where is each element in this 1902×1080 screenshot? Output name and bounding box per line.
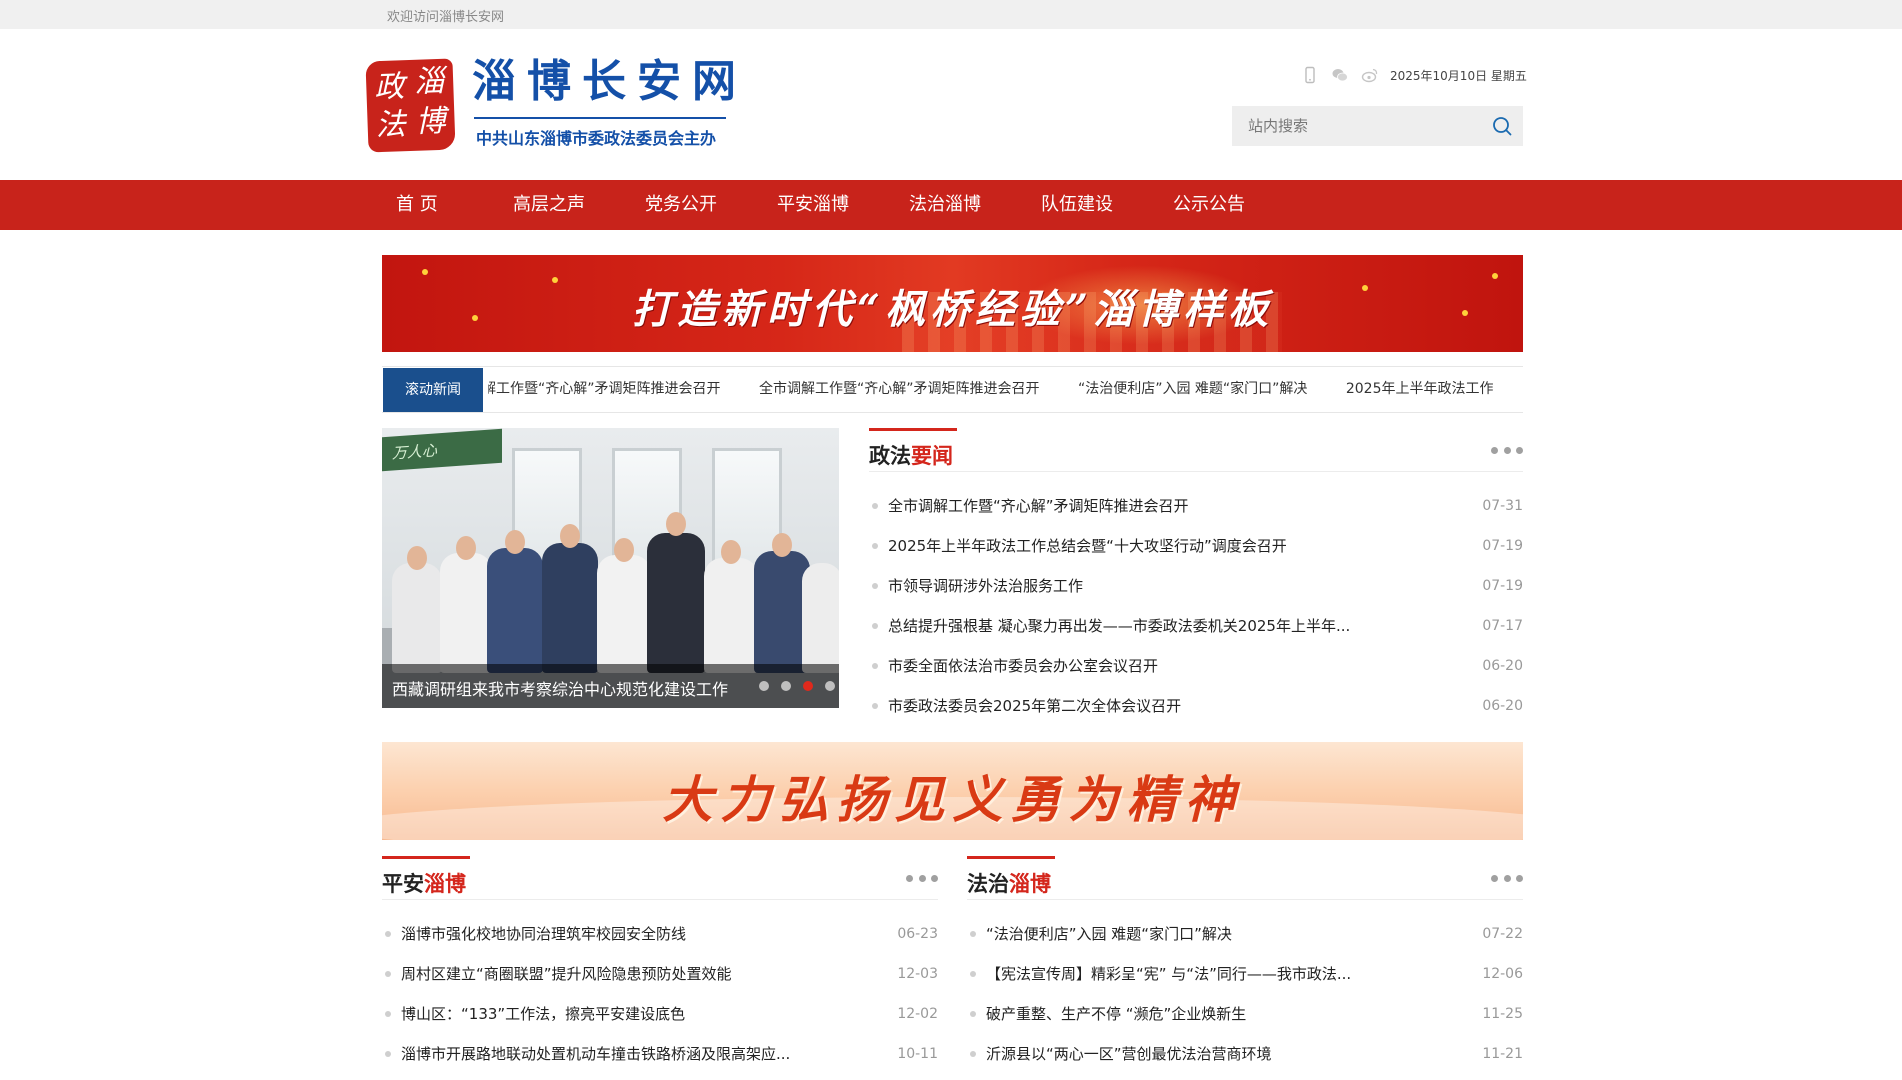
list-item[interactable]: 淄博市开展路地联动处置机动车撞击铁路桥涵及限高架应... 10-11	[382, 1034, 938, 1074]
nav-rule-of-law-zibo[interactable]: 法治淄博	[909, 180, 981, 230]
ticker-item[interactable]: 解工作暨“齐心解”矛调矩阵推进会召开	[488, 381, 721, 397]
photo-slideshow[interactable]: 万人心 西藏调研组来我市考察综治中心规范化建设工作	[382, 428, 839, 708]
list-item[interactable]: “法治便利店”入园 难题“家门口”解决 07-22	[967, 914, 1523, 954]
list-item[interactable]: 淄博市强化校地协同治理筑牢校园安全防线 06-23	[382, 914, 938, 954]
site-subtitle: 中共山东淄博市委政法委员会主办	[476, 129, 717, 148]
list-item[interactable]: 市委全面依法治市委员会办公室会议召开 06-20	[869, 646, 1523, 686]
search-icon[interactable]	[1491, 115, 1513, 137]
safe-zibo-title[interactable]: 平安淄博	[382, 856, 470, 898]
main-nav: 首 页 高层之声 党务公开 平安淄博 法治淄博 队伍建设 公示公告	[0, 180, 1902, 230]
nav-leadership-voice[interactable]: 高层之声	[513, 180, 585, 230]
header-tools: 2025年10月10日 星期五	[1300, 64, 1527, 86]
nav-party-affairs[interactable]: 党务公开	[645, 180, 717, 230]
more-icon[interactable]	[1491, 872, 1523, 884]
slide-caption-bar: 西藏调研组来我市考察综治中心规范化建设工作	[382, 664, 839, 708]
slide-photo-person	[597, 555, 651, 673]
list-item[interactable]: 全市调解工作暨“齐心解”矛调矩阵推进会召开 07-31	[869, 486, 1523, 526]
news-ticker: 滚动新闻 解工作暨“齐心解”矛调矩阵推进会召开 全市调解工作暨“齐心解”矛调矩阵…	[382, 366, 1523, 413]
mobile-icon[interactable]	[1300, 65, 1320, 85]
banner-sparkle	[422, 269, 428, 275]
list-item[interactable]: 2025年上半年政法工作总结会暨“十大攻坚行动”调度会召开 07-19	[869, 526, 1523, 566]
ticker-item[interactable]: “法治便利店”入园 难题“家门口”解决	[1078, 381, 1307, 397]
more-icon[interactable]	[1491, 444, 1523, 456]
seal-char: 政	[373, 69, 405, 106]
slide-photo-person	[456, 536, 476, 560]
rule-of-law-header: 法治淄博	[967, 856, 1523, 900]
list-item[interactable]: 周村区建立“商圈联盟”提升风险隐患预防处置效能 12-03	[382, 954, 938, 994]
slide-photo-person	[542, 543, 598, 673]
current-date: 2025年10月10日 星期五	[1390, 68, 1527, 83]
slide-photo-person	[505, 530, 525, 554]
slide-photo-person	[721, 540, 741, 564]
slide-photo-person	[704, 558, 758, 673]
nav-announcements[interactable]: 公示公告	[1173, 180, 1245, 230]
legal-news-header: 政法要闻	[869, 428, 1523, 472]
slide-photo-person	[487, 548, 543, 673]
list-item[interactable]: 总结提升强根基 凝心聚力再出发——市委政法委机关2025年上半年... 07-17	[869, 606, 1523, 646]
slide-photo-person	[407, 546, 427, 570]
slide-dot-active[interactable]	[803, 681, 813, 691]
slide-dot[interactable]	[825, 681, 835, 691]
slide-photo-person	[440, 553, 492, 673]
list-item[interactable]: 市领导调研涉外法治服务工作 07-19	[869, 566, 1523, 606]
slide-dot[interactable]	[759, 681, 769, 691]
logo-seal[interactable]: 淄 博 政 法	[365, 58, 456, 153]
slide-dot[interactable]	[781, 681, 791, 691]
legal-news-title[interactable]: 政法要闻	[869, 428, 957, 470]
list-item[interactable]: 博山区：“133”工作法，擦亮平安建设底色 12-02	[382, 994, 938, 1034]
banner-slogan: 打造新时代“枫桥经验”淄博样板	[631, 286, 1273, 333]
heroism-banner[interactable]: 大力弘扬见义勇为精神	[382, 742, 1523, 840]
nav-home[interactable]: 首 页	[396, 180, 438, 230]
slide-photo-person	[666, 512, 686, 536]
rule-of-law-list: “法治便利店”入园 难题“家门口”解决 07-22 【宪法宣传周】精彩呈“宪” 与…	[967, 914, 1523, 1074]
fengqiao-banner[interactable]: 打造新时代“枫桥经验”淄博样板	[382, 255, 1523, 352]
list-item[interactable]: 市委政法委员会2025年第二次全体会议召开 06-20	[869, 686, 1523, 726]
nav-safe-zibo[interactable]: 平安淄博	[777, 180, 849, 230]
seal-char: 法	[375, 107, 407, 144]
slide-pagination	[747, 681, 835, 691]
nav-team-building[interactable]: 队伍建设	[1041, 180, 1113, 230]
slide-photo-person	[772, 533, 792, 557]
ticker-track: 解工作暨“齐心解”矛调矩阵推进会召开 全市调解工作暨“齐心解”矛调矩阵推进会召开…	[488, 367, 1518, 412]
more-icon[interactable]	[906, 872, 938, 884]
slide-photo-person	[614, 538, 634, 562]
legal-news-list: 全市调解工作暨“齐心解”矛调矩阵推进会召开 07-31 2025年上半年政法工作总…	[869, 486, 1523, 726]
wechat-icon[interactable]	[1330, 65, 1350, 85]
slide-photo-person	[802, 563, 839, 673]
slide-photo-person	[647, 533, 705, 673]
ticker-label: 滚动新闻	[383, 368, 483, 412]
site-title[interactable]: 淄博长安网	[472, 60, 747, 104]
safe-zibo-header: 平安淄博	[382, 856, 938, 900]
slide-photo-person	[560, 524, 580, 548]
search-input[interactable]	[1232, 106, 1482, 146]
ticker-item[interactable]: 2025年上半年政法工作	[1346, 381, 1494, 397]
seal-char: 淄	[413, 63, 445, 100]
top-bar: 欢迎访问淄博长安网	[0, 0, 1902, 29]
weibo-icon[interactable]	[1360, 65, 1380, 85]
list-item[interactable]: 【宪法宣传周】精彩呈“宪” 与“法”同行——我市政法... 12-06	[967, 954, 1523, 994]
safe-zibo-list: 淄博市强化校地协同治理筑牢校园安全防线 06-23 周村区建立“商圈联盟”提升风险…	[382, 914, 938, 1074]
list-item[interactable]: 破产重整、生产不停 “濒危”企业焕新生 11-25	[967, 994, 1523, 1034]
banner-slogan: 大力弘扬见义勇为精神	[662, 771, 1243, 829]
ticker-item[interactable]: 全市调解工作暨“齐心解”矛调矩阵推进会召开	[759, 381, 1040, 397]
welcome-text: 欢迎访问淄博长安网	[387, 10, 505, 25]
slide-photo-person	[392, 563, 442, 673]
seal-char: 博	[414, 103, 447, 140]
rule-of-law-title[interactable]: 法治淄博	[967, 856, 1055, 898]
title-divider	[474, 117, 726, 119]
site-search	[1232, 106, 1523, 146]
list-item[interactable]: 沂源县以“两心一区”营创最优法治营商环境 11-21	[967, 1034, 1523, 1074]
slide-caption[interactable]: 西藏调研组来我市考察综治中心规范化建设工作	[392, 676, 728, 700]
